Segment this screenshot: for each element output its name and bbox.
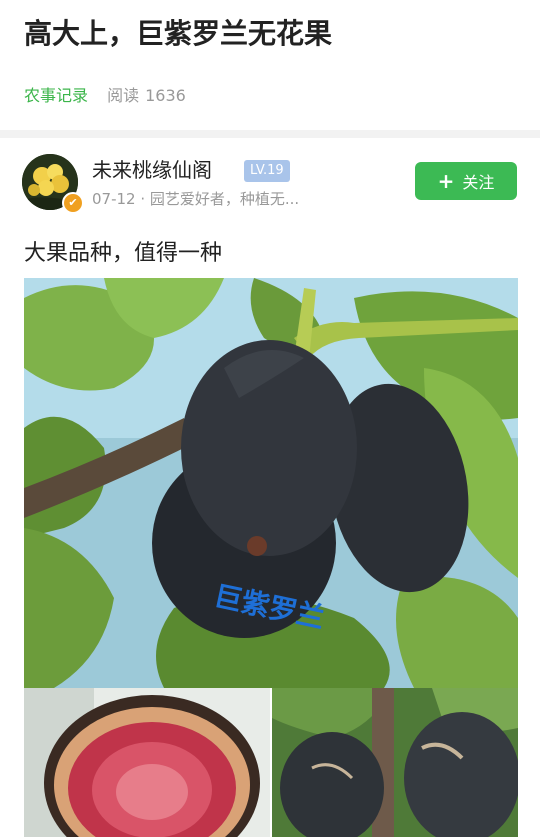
fig-photo-main[interactable]: 巨紫罗兰 bbox=[24, 278, 518, 688]
read-count-label: 阅读 bbox=[107, 86, 140, 105]
category-link[interactable]: 农事记录 bbox=[24, 86, 88, 105]
fig-photo-cut[interactable] bbox=[24, 688, 270, 837]
follow-label: 关注 bbox=[462, 173, 495, 192]
read-count-value: 1636 bbox=[145, 86, 186, 105]
article-title: 高大上，巨紫罗兰无花果 bbox=[24, 17, 333, 50]
follow-button[interactable]: + 关注 bbox=[415, 162, 517, 200]
verified-badge-icon: ✔ bbox=[62, 192, 84, 214]
level-badge: LV.19 bbox=[244, 160, 290, 182]
author-subtitle: 07-12 · 园艺爱好者，种植无... bbox=[92, 190, 300, 208]
fig-photo-tree[interactable] bbox=[272, 688, 518, 837]
author-card: ✔ 未来桃缘仙阁 LV.19 07-12 · 园艺爱好者，种植无... + 关注 bbox=[22, 154, 518, 214]
section-divider bbox=[0, 130, 540, 138]
article-caption: 大果品种，值得一种 bbox=[24, 241, 223, 266]
article-meta: 农事记录 阅读 1636 bbox=[24, 84, 192, 108]
plus-icon: + bbox=[437, 169, 455, 193]
author-name[interactable]: 未来桃缘仙阁 bbox=[92, 156, 212, 184]
read-count: 阅读 1636 bbox=[107, 86, 192, 105]
